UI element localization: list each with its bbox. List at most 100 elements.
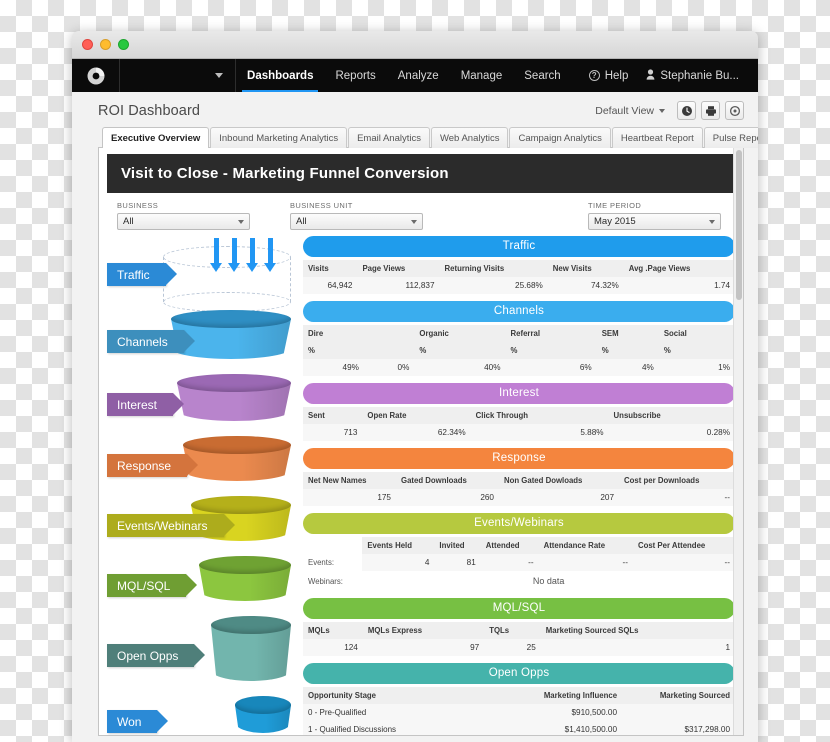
table-row: Events: 4 81 -- -- -- — [303, 554, 735, 571]
table-cell: $317,298.00 — [622, 721, 735, 735]
funnel-cylinder-top — [183, 436, 291, 454]
table-subheader-cell: % — [414, 342, 506, 359]
menu-item-search[interactable]: Search — [513, 59, 571, 92]
funnel-cylinder — [183, 436, 291, 490]
table-header-cell: Attended — [480, 537, 539, 554]
table-cell: 1 - Qualified Discussions — [303, 721, 505, 735]
dashboard-panel: Visit to Close - Marketing Funnel Conver… — [98, 148, 744, 736]
section-band-channels: Channels — [303, 301, 735, 322]
table-header-cell: Visits — [303, 260, 358, 277]
business-unit-select[interactable]: All — [290, 213, 423, 230]
menu-label: Analyze — [397, 69, 439, 82]
dashboard-scrollbar[interactable] — [733, 148, 743, 735]
table-row: 124 97 25 1 — [303, 639, 735, 656]
print-button[interactable] — [701, 101, 720, 120]
window-close-button[interactable] — [82, 39, 93, 50]
menu-item-manage[interactable]: Manage — [450, 59, 514, 92]
business-select[interactable]: All — [117, 213, 250, 230]
funnel-stage-label-text: Response — [117, 458, 172, 473]
chevron-down-icon — [215, 73, 224, 78]
dashboard-banner: Visit to Close - Marketing Funnel Conver… — [107, 154, 735, 193]
org-selector[interactable] — [120, 59, 237, 92]
table-header-cell: Organic — [414, 325, 506, 342]
table-header-cell: Avg .Page Views — [623, 260, 735, 277]
menu-item-dashboards[interactable]: Dashboards — [236, 59, 324, 92]
tab-executive-overview[interactable]: Executive Overview — [102, 127, 210, 148]
funnel-stage-label-response[interactable]: Response — [107, 454, 199, 477]
table-subheader-cell — [363, 342, 415, 359]
funnel-stage-label-open-opps[interactable]: Open Opps — [107, 644, 206, 667]
page-header: ROI Dashboard Default View — [98, 92, 744, 126]
filter-time-period: TIME PERIOD May 2015 — [588, 201, 721, 230]
table-traffic: Visits Page Views Returning Visits New Visi… — [303, 260, 735, 294]
tab-email-analytics[interactable]: Email Analytics — [348, 127, 430, 148]
tab-pulse-report[interactable]: Pulse Report — [703, 127, 758, 148]
chevron-down-icon — [659, 108, 665, 113]
table-channels: Dire Organic Referral SEM Social%%%%% 49% 0% 40… — [303, 325, 735, 376]
table-cell: $1,410,500.00 — [504, 721, 623, 735]
table-header-cell: Invited — [434, 537, 481, 554]
window-minimize-button[interactable] — [100, 39, 111, 50]
filter-label: TIME PERIOD — [588, 201, 642, 210]
funnel-stage-label-text: Traffic — [117, 267, 150, 282]
funnel-cylinder-top — [235, 696, 291, 714]
funnel-stage-label-events-webinars[interactable]: Events/Webinars — [107, 514, 234, 537]
table-header-cell: Dire — [303, 325, 364, 342]
window-zoom-button[interactable] — [118, 39, 129, 50]
clock-button[interactable] — [677, 101, 696, 120]
menu-item-reports[interactable]: Reports — [324, 59, 386, 92]
filter-business-unit: BUSINESS UNIT All — [290, 201, 423, 230]
table-header-cell: Events Held — [362, 537, 435, 554]
tab-heartbeat-report[interactable]: Heartbeat Report — [611, 127, 703, 148]
table-row: 0 - Pre-Qualified $910,500.00 — [303, 704, 735, 721]
table-row: 64,942 112,837 25.68% 74.32% 1.74 — [303, 277, 735, 294]
table-cell: 207 — [498, 489, 620, 506]
filter-bar: BUSINESS All BUSINESS UNIT All TIME PERI… — [99, 193, 743, 236]
funnel-cylinder-top — [177, 374, 291, 392]
table-header-cell: MQLs Express — [362, 622, 485, 639]
funnel-stage-label-traffic[interactable]: Traffic — [107, 263, 177, 286]
scrollbar-thumb[interactable] — [736, 150, 742, 300]
question-circle-icon: ? — [588, 70, 600, 81]
funnel-stage-label-mql-sql[interactable]: MQL/SQL — [107, 574, 198, 597]
table-cell: 1.74 — [623, 277, 735, 294]
table-cell: $910,500.00 — [504, 704, 623, 721]
funnel-cylinder — [199, 556, 291, 610]
menu-item-analyze[interactable]: Analyze — [387, 59, 450, 92]
table-cell: -- — [480, 554, 539, 571]
funnel-stage-label-text: Won — [117, 714, 142, 729]
select-value: All — [123, 216, 134, 227]
tab-strip: Executive Overview Inbound Marketing Ana… — [98, 126, 758, 148]
tab-label: Pulse Report — [712, 133, 758, 144]
tab-label: Web Analytics — [439, 133, 500, 144]
menu-label: Search — [524, 69, 561, 82]
window-titlebar — [72, 31, 758, 59]
table-header-cell: New Visits — [547, 260, 624, 277]
tab-campaign-analytics[interactable]: Campaign Analytics — [509, 127, 611, 148]
funnel-stage-label-channels[interactable]: Channels — [107, 330, 195, 353]
time-period-select[interactable]: May 2015 — [588, 213, 721, 230]
funnel-stage-label-interest[interactable]: Interest — [107, 393, 185, 416]
brand-logo[interactable] — [72, 59, 120, 92]
user-account-menu[interactable]: Stephanie Bu... — [637, 68, 748, 83]
tab-web-analytics[interactable]: Web Analytics — [430, 127, 509, 148]
table-header-row: Net New Names Gated Downloads Non Gated Do… — [303, 472, 735, 489]
table-cell: Events: — [308, 558, 335, 567]
table-header-cell: Sent — [303, 407, 363, 424]
settings-button[interactable] — [725, 101, 744, 120]
table-header-cell: Page Views — [357, 260, 440, 277]
table-header-row: Events Held Invited Attended Attendance Rat… — [303, 537, 735, 554]
view-selector[interactable]: Default View — [595, 105, 665, 117]
section-band-interest: Interest — [303, 383, 735, 404]
chevron-down-icon — [238, 219, 244, 224]
section-band-response: Response — [303, 448, 735, 469]
table-openopps: Opportunity Stage Marketing Influence Mark… — [303, 687, 735, 735]
funnel-diagram: Traffic Channels Interest Response Events/We… — [107, 236, 297, 735]
tab-inbound-marketing-analytics[interactable]: Inbound Marketing Analytics — [210, 127, 348, 148]
funnel-stage-mql-sql: MQL/SQL — [107, 556, 297, 612]
table-cell: 4 — [362, 554, 435, 571]
table-row-nodata: Webinars: No data — [303, 571, 735, 591]
table-header-cell: Gated Downloads — [396, 472, 499, 489]
funnel-stage-label-won[interactable]: Won — [107, 710, 170, 733]
help-button[interactable]: ? Help — [580, 70, 638, 82]
